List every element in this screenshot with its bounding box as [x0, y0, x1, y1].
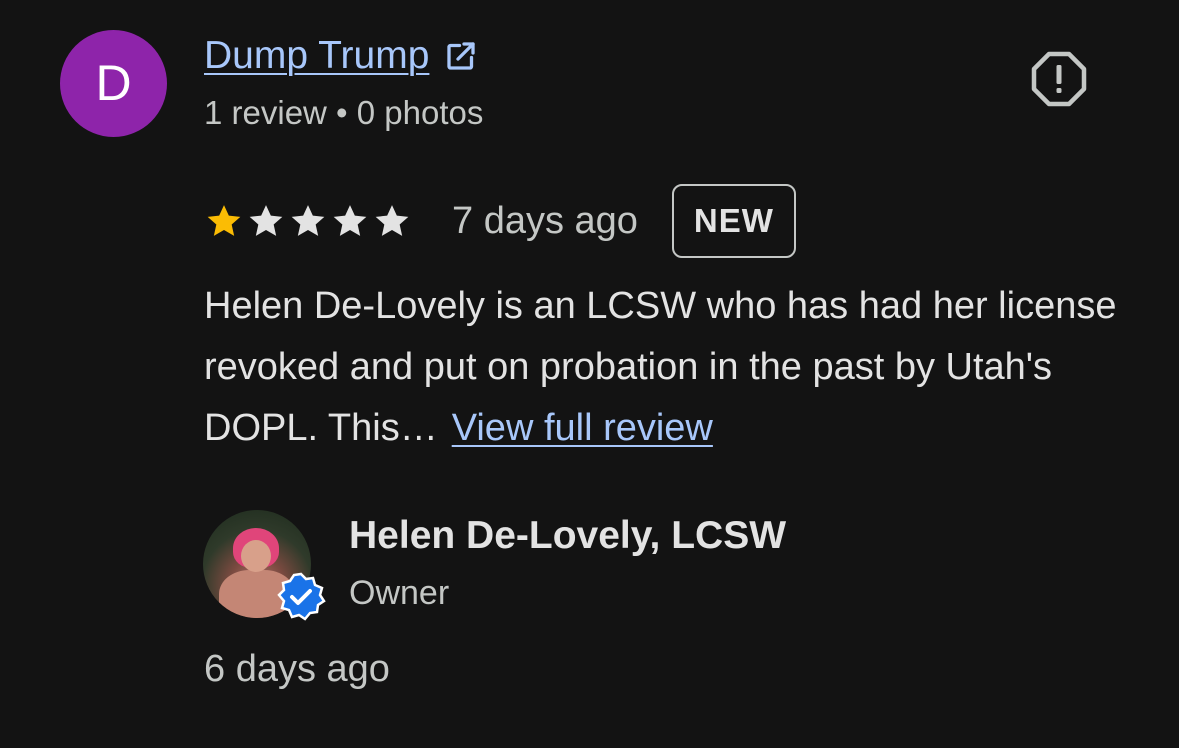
star-icon [372, 201, 412, 241]
star-icon [288, 201, 328, 241]
reviewer-name-link[interactable]: Dump Trump [204, 34, 429, 78]
verified-badge-icon [276, 572, 326, 622]
response-date: 6 days ago [204, 648, 390, 690]
new-badge: NEW [671, 184, 796, 258]
review-date: 7 days ago [452, 199, 638, 242]
owner-photo-face [241, 540, 271, 572]
star-icon [204, 201, 244, 241]
report-icon[interactable] [1030, 50, 1088, 108]
owner-name: Helen De-Lovely, LCSW [349, 514, 787, 557]
owner-role: Owner [349, 574, 450, 612]
view-full-review-link[interactable]: View full review [452, 407, 713, 449]
star-icon [246, 201, 286, 241]
rating-row: 7 days ago NEW [204, 182, 796, 260]
reviewer-avatar[interactable]: D [60, 30, 167, 137]
external-link-icon[interactable] [443, 38, 479, 74]
review-body: Helen De-Lovely is an LCSW who has had h… [204, 276, 1144, 459]
star-rating [204, 201, 412, 241]
star-icon [330, 201, 370, 241]
reviewer-header: Dump Trump [204, 34, 479, 78]
reviewer-meta: 1 review • 0 photos [204, 94, 484, 131]
